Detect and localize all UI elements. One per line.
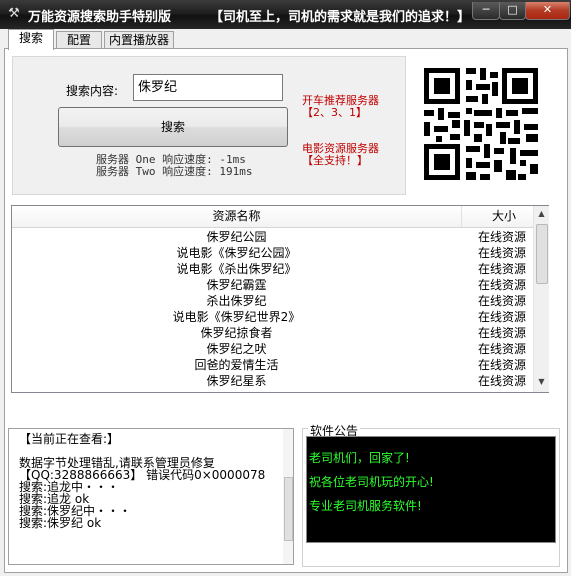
- table-header: 资源名称 大小: [12, 206, 548, 228]
- log-line: 【当前正在查看:】: [19, 432, 120, 446]
- scroll-thumb[interactable]: [536, 224, 548, 284]
- row-size: 在线资源: [478, 246, 527, 260]
- row-name: 侏罗纪霸霆: [206, 278, 267, 292]
- row-size: 在线资源: [478, 326, 527, 340]
- results-scrollbar[interactable]: ▲ ▼: [533, 206, 549, 392]
- server-two-speed: 服务器 Two 响应速度: 191ms: [96, 165, 253, 178]
- row-name: 侏罗纪星系: [206, 374, 267, 388]
- search-input[interactable]: 侏罗纪: [133, 74, 283, 101]
- row-name: 杀出侏罗纪: [206, 294, 267, 308]
- search-button[interactable]: 搜索: [58, 107, 288, 147]
- row-name: 说电影《侏罗纪世界2》: [172, 310, 301, 324]
- table-row[interactable]: 说电影《侏罗纪公园》 在线资源: [12, 245, 533, 261]
- log-line: 搜索:侏罗纪 ok: [19, 516, 102, 530]
- tab-search[interactable]: 搜索: [8, 29, 54, 50]
- table-row[interactable]: 说电影《杀出侏罗纪》 在线资源: [12, 261, 533, 277]
- table-row[interactable]: 杀出侏罗纪 在线资源: [12, 293, 533, 309]
- row-size: 在线资源: [478, 342, 527, 356]
- close-button[interactable]: ✕: [525, 2, 570, 20]
- row-name: 说电影《侏罗纪公园》: [176, 246, 297, 260]
- row-name: 回爸的爱情生活: [194, 358, 279, 372]
- notice-box[interactable]: 老司机们，回家了! 祝各位老司机玩的开心! 专业老司机服务软件!: [306, 436, 556, 543]
- status-log[interactable]: 【当前正在查看:】 数据字节处理错乱,请联系管理员修复 【QQ:32888666…: [8, 428, 294, 565]
- promo-movie-support: 【全支持！】: [302, 154, 368, 167]
- notice-line: 祝各位老司机玩的开心!: [309, 475, 434, 489]
- row-size: 在线资源: [478, 278, 527, 292]
- scroll-down-arrow-icon[interactable]: ▼: [534, 374, 549, 389]
- results-table: 资源名称 大小 侏罗纪公园 在线资源 说电影《侏罗纪公园》 在线资源 说电影《杀出侏…: [11, 205, 549, 393]
- tab-config[interactable]: 配置: [56, 31, 102, 49]
- app-window: ⚒ 万能资源搜索助手特别版 【司机至上，司机的需求就是我们的追求！】 ─ □ ✕…: [0, 0, 571, 576]
- table-row[interactable]: 侏罗纪公园 在线资源: [12, 229, 533, 245]
- table-row[interactable]: 侏罗纪掠食者 在线资源: [12, 325, 533, 341]
- window-slogan: 【司机至上，司机的需求就是我们的追求！】: [210, 10, 471, 25]
- row-name: 侏罗纪之吠: [206, 342, 267, 356]
- notice-line: 专业老司机服务软件!: [309, 499, 422, 513]
- table-row[interactable]: 回爸的爱情生活 在线资源: [12, 357, 533, 373]
- maximize-button[interactable]: □: [499, 2, 526, 20]
- row-name: 说电影《杀出侏罗纪》: [176, 262, 297, 276]
- search-label: 搜索内容:: [66, 84, 119, 98]
- app-icon: ⚒: [8, 6, 20, 21]
- row-size: 在线资源: [478, 294, 527, 308]
- log-scroll-thumb[interactable]: [284, 477, 293, 541]
- table-row[interactable]: 侏罗纪星系 在线资源: [12, 373, 533, 389]
- row-name: 侏罗纪掠食者: [200, 326, 273, 340]
- title-bar[interactable]: ⚒ 万能资源搜索助手特别版 【司机至上，司机的需求就是我们的追求！】 ─ □ ✕: [0, 0, 571, 29]
- minimize-button[interactable]: ─: [472, 2, 500, 20]
- row-size: 在线资源: [478, 358, 527, 372]
- row-size: 在线资源: [478, 262, 527, 276]
- tab-player[interactable]: 内置播放器: [104, 31, 174, 49]
- table-row[interactable]: 侏罗纪之吠 在线资源: [12, 341, 533, 357]
- notice-line: 老司机们，回家了!: [309, 451, 410, 465]
- table-row[interactable]: 侏罗纪霸霆 在线资源: [12, 277, 533, 293]
- promo-recommend-servers: 【2、3、1】: [302, 106, 367, 119]
- column-header-name[interactable]: 资源名称: [12, 206, 462, 227]
- table-row[interactable]: 说电影《侏罗纪世界2》 在线资源: [12, 309, 533, 325]
- row-size: 在线资源: [478, 310, 527, 324]
- qr-code-image: [416, 60, 546, 188]
- row-name: 侏罗纪公园: [206, 230, 267, 244]
- scroll-up-arrow-icon[interactable]: ▲: [534, 206, 549, 221]
- row-size: 在线资源: [478, 374, 527, 388]
- window-title: 万能资源搜索助手特别版: [28, 10, 172, 25]
- row-size: 在线资源: [478, 230, 527, 244]
- column-header-size[interactable]: 大小: [474, 206, 534, 227]
- results-rows: 侏罗纪公园 在线资源 说电影《侏罗纪公园》 在线资源 说电影《杀出侏罗纪》 在线资源 …: [12, 229, 533, 389]
- log-scrollbar[interactable]: [283, 429, 293, 564]
